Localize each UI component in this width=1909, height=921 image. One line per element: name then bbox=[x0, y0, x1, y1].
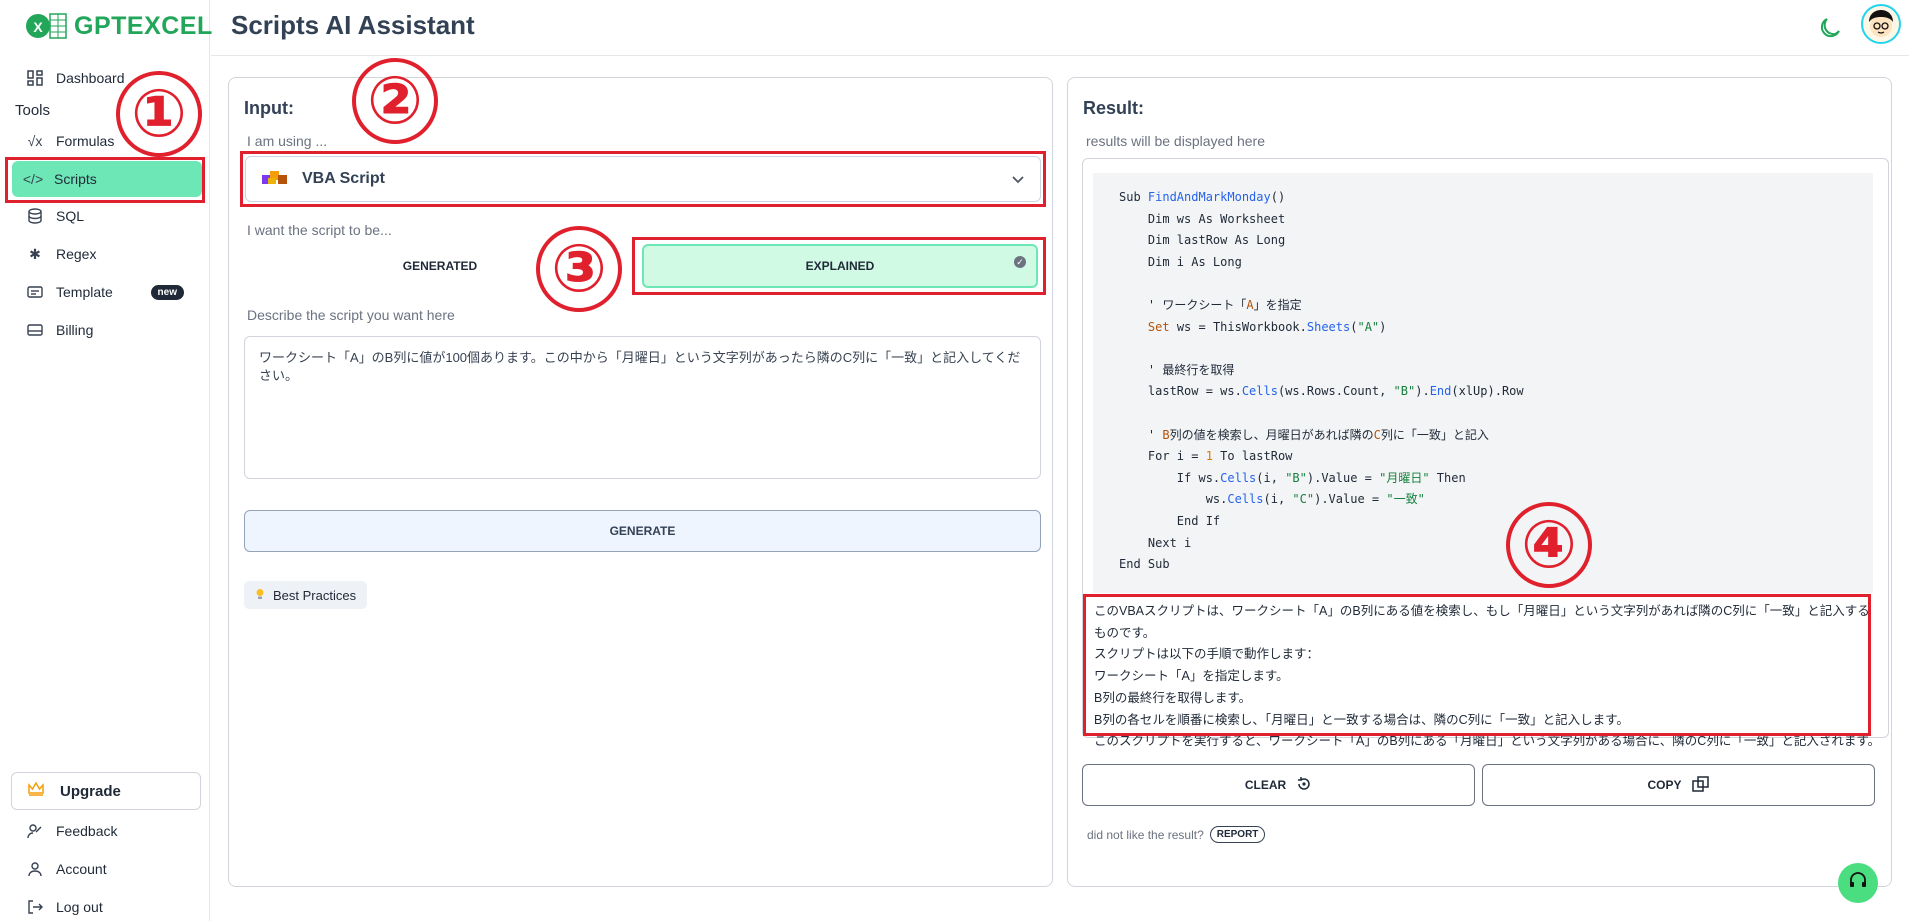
headset-icon bbox=[1848, 871, 1868, 896]
lightbulb-icon bbox=[255, 588, 265, 603]
user-icon bbox=[26, 860, 44, 878]
annotation-box-1 bbox=[5, 157, 205, 203]
sidebar-item-label: Account bbox=[56, 861, 107, 877]
copy-button[interactable]: COPY bbox=[1482, 764, 1875, 806]
best-practices-label: Best Practices bbox=[273, 587, 357, 603]
brand-name: GPTEXCEL bbox=[74, 11, 213, 40]
database-icon bbox=[26, 207, 44, 225]
result-panel-title: Result: bbox=[1083, 98, 1145, 118]
script-description-textarea[interactable]: ワークシート「A」のB列に値が100個あります。この中から「月曜日」という文字列… bbox=[244, 336, 1041, 479]
sidebar-item-label: Billing bbox=[56, 322, 94, 338]
top-header: Scripts AI Assistant bbox=[211, 0, 1909, 56]
crown-icon bbox=[28, 781, 44, 800]
reset-icon bbox=[1296, 776, 1312, 795]
sidebar-item-label: Formulas bbox=[56, 133, 115, 149]
using-label: I am using ... bbox=[247, 133, 328, 149]
regex-icon: ✱ bbox=[29, 245, 41, 262]
input-panel-title: Input: bbox=[244, 98, 294, 118]
template-icon bbox=[26, 283, 44, 301]
vba-code-block[interactable]: Sub FindAndMarkMonday() Dim ws As Worksh… bbox=[1093, 173, 1873, 593]
annotation-number-2: ② bbox=[352, 58, 438, 144]
upgrade-label: Upgrade bbox=[60, 782, 121, 800]
clear-label: CLEAR bbox=[1244, 778, 1287, 792]
feedback-text: did not like the result? bbox=[1087, 827, 1204, 842]
copy-icon bbox=[1691, 775, 1710, 796]
sidebar-item-label: Regex bbox=[56, 246, 97, 262]
result-panel: Result: results will be displayed here S… bbox=[1067, 77, 1892, 887]
sidebar-item-feedback[interactable]: Feedback bbox=[14, 813, 204, 849]
mode-generated-label: GENERATED bbox=[402, 259, 478, 273]
want-label: I want the script to be... bbox=[247, 222, 392, 238]
sidebar-item-sql[interactable]: SQL bbox=[14, 198, 204, 234]
page-title: Scripts AI Assistant bbox=[231, 10, 475, 40]
help-chat-button[interactable] bbox=[1838, 863, 1878, 903]
excel-logo-icon: X bbox=[24, 6, 68, 46]
dark-mode-moon-icon[interactable] bbox=[1817, 12, 1845, 40]
svg-text:X: X bbox=[33, 19, 43, 35]
sidebar-item-label: Dashboard bbox=[56, 70, 125, 86]
sidebar-item-label: Log out bbox=[56, 899, 103, 915]
clear-button[interactable]: CLEAR bbox=[1082, 764, 1475, 806]
feedback-icon bbox=[26, 822, 44, 840]
annotation-box-2 bbox=[240, 151, 1046, 207]
result-placeholder: results will be displayed here bbox=[1086, 133, 1265, 149]
describe-label: Describe the script you want here bbox=[247, 307, 455, 323]
sidebar-item-billing[interactable]: Billing bbox=[14, 312, 204, 348]
wallet-icon bbox=[26, 321, 44, 339]
sidebar-item-template[interactable]: Template new bbox=[14, 274, 204, 310]
annotation-number-3: ③ bbox=[536, 226, 622, 312]
sidebar-item-account[interactable]: Account bbox=[14, 851, 204, 887]
report-button[interactable]: REPORT bbox=[1209, 826, 1266, 843]
sqrt-x-icon: √x bbox=[27, 133, 43, 149]
tools-section-label: Tools bbox=[15, 102, 51, 119]
annotation-number-4: ④ bbox=[1506, 502, 1592, 588]
grid-icon bbox=[26, 69, 44, 87]
best-practices-chip[interactable]: Best Practices bbox=[244, 581, 368, 609]
generate-label: GENERATE bbox=[609, 524, 676, 538]
annotation-number-1: ① bbox=[116, 71, 202, 157]
report-row: did not like the result? REPORT bbox=[1087, 826, 1266, 843]
new-badge: new bbox=[150, 284, 184, 300]
upgrade-button[interactable]: Upgrade bbox=[11, 772, 201, 810]
generate-button[interactable]: GENERATE bbox=[244, 510, 1041, 552]
brand-logo[interactable]: X GPTEXCEL bbox=[24, 6, 213, 46]
sidebar-item-logout[interactable]: Log out bbox=[14, 889, 204, 921]
sidebar-item-label: SQL bbox=[56, 208, 85, 224]
sidebar-item-regex[interactable]: ✱ Regex bbox=[14, 236, 204, 272]
logout-icon bbox=[26, 898, 44, 916]
copy-label: COPY bbox=[1647, 778, 1682, 792]
annotation-box-4 bbox=[1083, 594, 1871, 736]
annotation-box-3 bbox=[632, 237, 1046, 295]
user-avatar[interactable] bbox=[1861, 4, 1901, 44]
sidebar-item-label: Template bbox=[56, 284, 113, 300]
sidebar-item-label: Feedback bbox=[56, 823, 118, 839]
